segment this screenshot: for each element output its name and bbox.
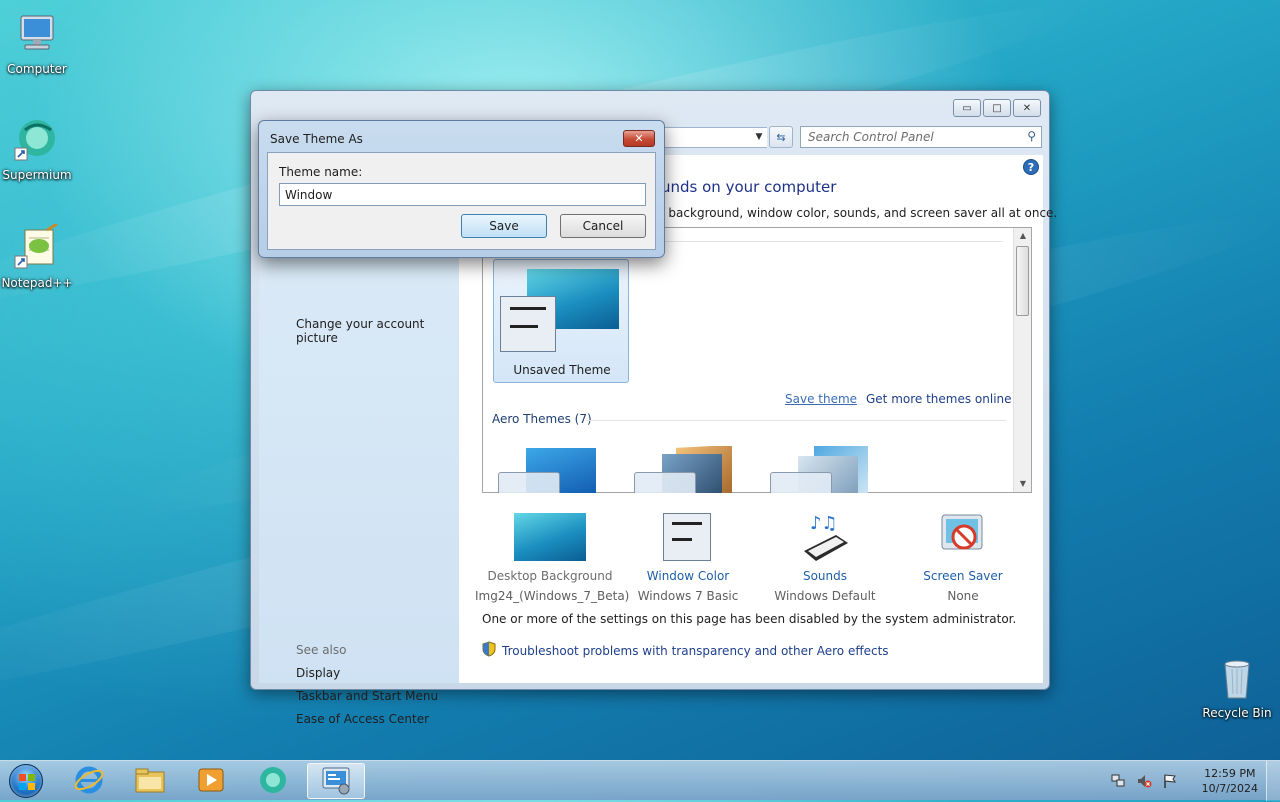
system-clock[interactable]: 12:59 PM 10/7/2024 <box>1202 766 1258 796</box>
cancel-button[interactable]: Cancel <box>560 214 646 238</box>
minimize-icon: ▭ <box>962 102 972 114</box>
themes-scrollbar[interactable]: ▲ ▼ <box>1013 228 1031 492</box>
taskbar-start-menu-link[interactable]: Taskbar and Start Menu <box>296 689 438 703</box>
save-theme-link[interactable]: Save theme <box>785 392 857 406</box>
recycle-bin-icon <box>1213 654 1261 702</box>
search-input[interactable]: Search Control Panel ⚲ <box>800 126 1042 148</box>
refresh-icon: ⇆ <box>776 130 786 144</box>
windows-logo-icon <box>9 764 43 798</box>
desktop-background-setting[interactable]: Desktop Background Img24_(Windows_7_Beta… <box>475 509 629 603</box>
help-icon[interactable]: ? <box>1023 159 1039 175</box>
sounds-setting[interactable]: ♪♫ Sounds Windows Default <box>750 509 900 603</box>
display-link[interactable]: Display <box>296 666 340 680</box>
dialog-close-button[interactable]: ✕ <box>623 130 655 147</box>
minimize-button[interactable]: ▭ <box>953 99 981 117</box>
scroll-down-icon[interactable]: ▼ <box>1014 476 1032 492</box>
desktop-icon-computer[interactable]: Computer <box>0 10 77 76</box>
desktop-icon-notepadpp[interactable]: Notepad++ <box>0 222 77 290</box>
shield-icon <box>482 641 496 660</box>
clock-date: 10/7/2024 <box>1201 782 1258 795</box>
desktop-background-icon <box>475 509 625 565</box>
page-description: p background, window color, sounds, and … <box>657 206 1058 220</box>
supermium-icon <box>13 116 61 164</box>
aero-theme-architecture[interactable] <box>632 446 732 493</box>
ease-of-access-link[interactable]: Ease of Access Center <box>296 712 429 726</box>
desktop-icon-recycle-bin[interactable]: Recycle Bin <box>1197 654 1277 720</box>
volume-muted-icon[interactable] <box>1136 773 1152 789</box>
dialog-title: Save Theme As <box>270 132 363 146</box>
computer-icon <box>13 10 61 58</box>
search-icon: ⚲ <box>1027 129 1036 143</box>
folder-icon <box>134 766 166 797</box>
divider <box>586 420 1006 421</box>
window-color-icon <box>613 509 763 565</box>
address-dropdown-arrow[interactable]: ▼ <box>751 127 767 147</box>
dialog-body: Theme name: Save Cancel <box>267 152 656 250</box>
screen-saver-setting[interactable]: Screen Saver None <box>888 509 1038 603</box>
supermium-icon <box>257 765 289 798</box>
screen-saver-icon <box>888 509 1038 565</box>
clock-time: 12:59 PM <box>1204 767 1256 780</box>
aero-themes-heading: Aero Themes (7) <box>492 412 592 426</box>
notepadpp-icon <box>13 222 61 272</box>
troubleshoot-link[interactable]: Troubleshoot problems with transparency … <box>482 641 889 660</box>
window-controls: ▭ □ ✕ <box>953 99 1041 117</box>
control-panel-icon <box>320 765 352 798</box>
change-account-picture-link[interactable]: Change your account picture <box>296 317 459 345</box>
window-color-preview <box>500 296 556 352</box>
close-icon: ✕ <box>634 132 644 145</box>
save-theme-dialog: Save Theme As ✕ Theme name: Save Cancel <box>258 120 665 258</box>
taskbar-internet-explorer[interactable] <box>60 763 118 799</box>
system-tray: 12:59 PM 10/7/2024 <box>1110 761 1258 801</box>
window-color-setting[interactable]: Window Color Windows 7 Basic <box>613 509 763 603</box>
taskbar-explorer[interactable] <box>121 763 179 799</box>
refresh-button[interactable]: ⇆ <box>769 126 793 148</box>
taskbar: 12:59 PM 10/7/2024 <box>0 760 1280 801</box>
scroll-up-icon[interactable]: ▲ <box>1014 228 1032 244</box>
maximize-icon: □ <box>992 102 1002 114</box>
get-more-themes-link[interactable]: Get more themes online <box>866 392 1012 406</box>
taskbar-control-panel[interactable] <box>307 763 365 799</box>
unsaved-theme-tile[interactable]: Unsaved Theme <box>493 259 629 383</box>
theme-name-label: Theme name: <box>279 165 363 179</box>
taskbar-media-player[interactable] <box>182 763 240 799</box>
media-player-icon <box>196 765 226 798</box>
taskbar-supermium[interactable] <box>244 763 302 799</box>
internet-explorer-icon <box>74 765 104 798</box>
theme-name-input[interactable] <box>279 183 646 206</box>
page-title: unds on your computer <box>661 178 837 196</box>
desktop-icon-supermium[interactable]: Supermium <box>0 116 77 182</box>
see-also-heading: See also <box>296 643 347 657</box>
aero-theme-windows[interactable] <box>496 446 596 493</box>
maximize-button[interactable]: □ <box>983 99 1011 117</box>
close-button[interactable]: ✕ <box>1013 99 1041 117</box>
scroll-thumb[interactable] <box>1016 246 1029 316</box>
save-button[interactable]: Save <box>461 214 547 238</box>
show-desktop-button[interactable] <box>1266 761 1280 801</box>
close-icon: ✕ <box>1022 102 1032 114</box>
network-icon[interactable] <box>1110 773 1126 789</box>
disabled-settings-note: One or more of the settings on this page… <box>482 612 1017 626</box>
sounds-icon: ♪♫ <box>750 509 900 565</box>
action-center-flag-icon[interactable] <box>1162 773 1178 789</box>
aero-theme-characters[interactable] <box>768 446 868 493</box>
start-button[interactable] <box>4 763 48 799</box>
svg-text:♪♫: ♪♫ <box>810 513 838 534</box>
